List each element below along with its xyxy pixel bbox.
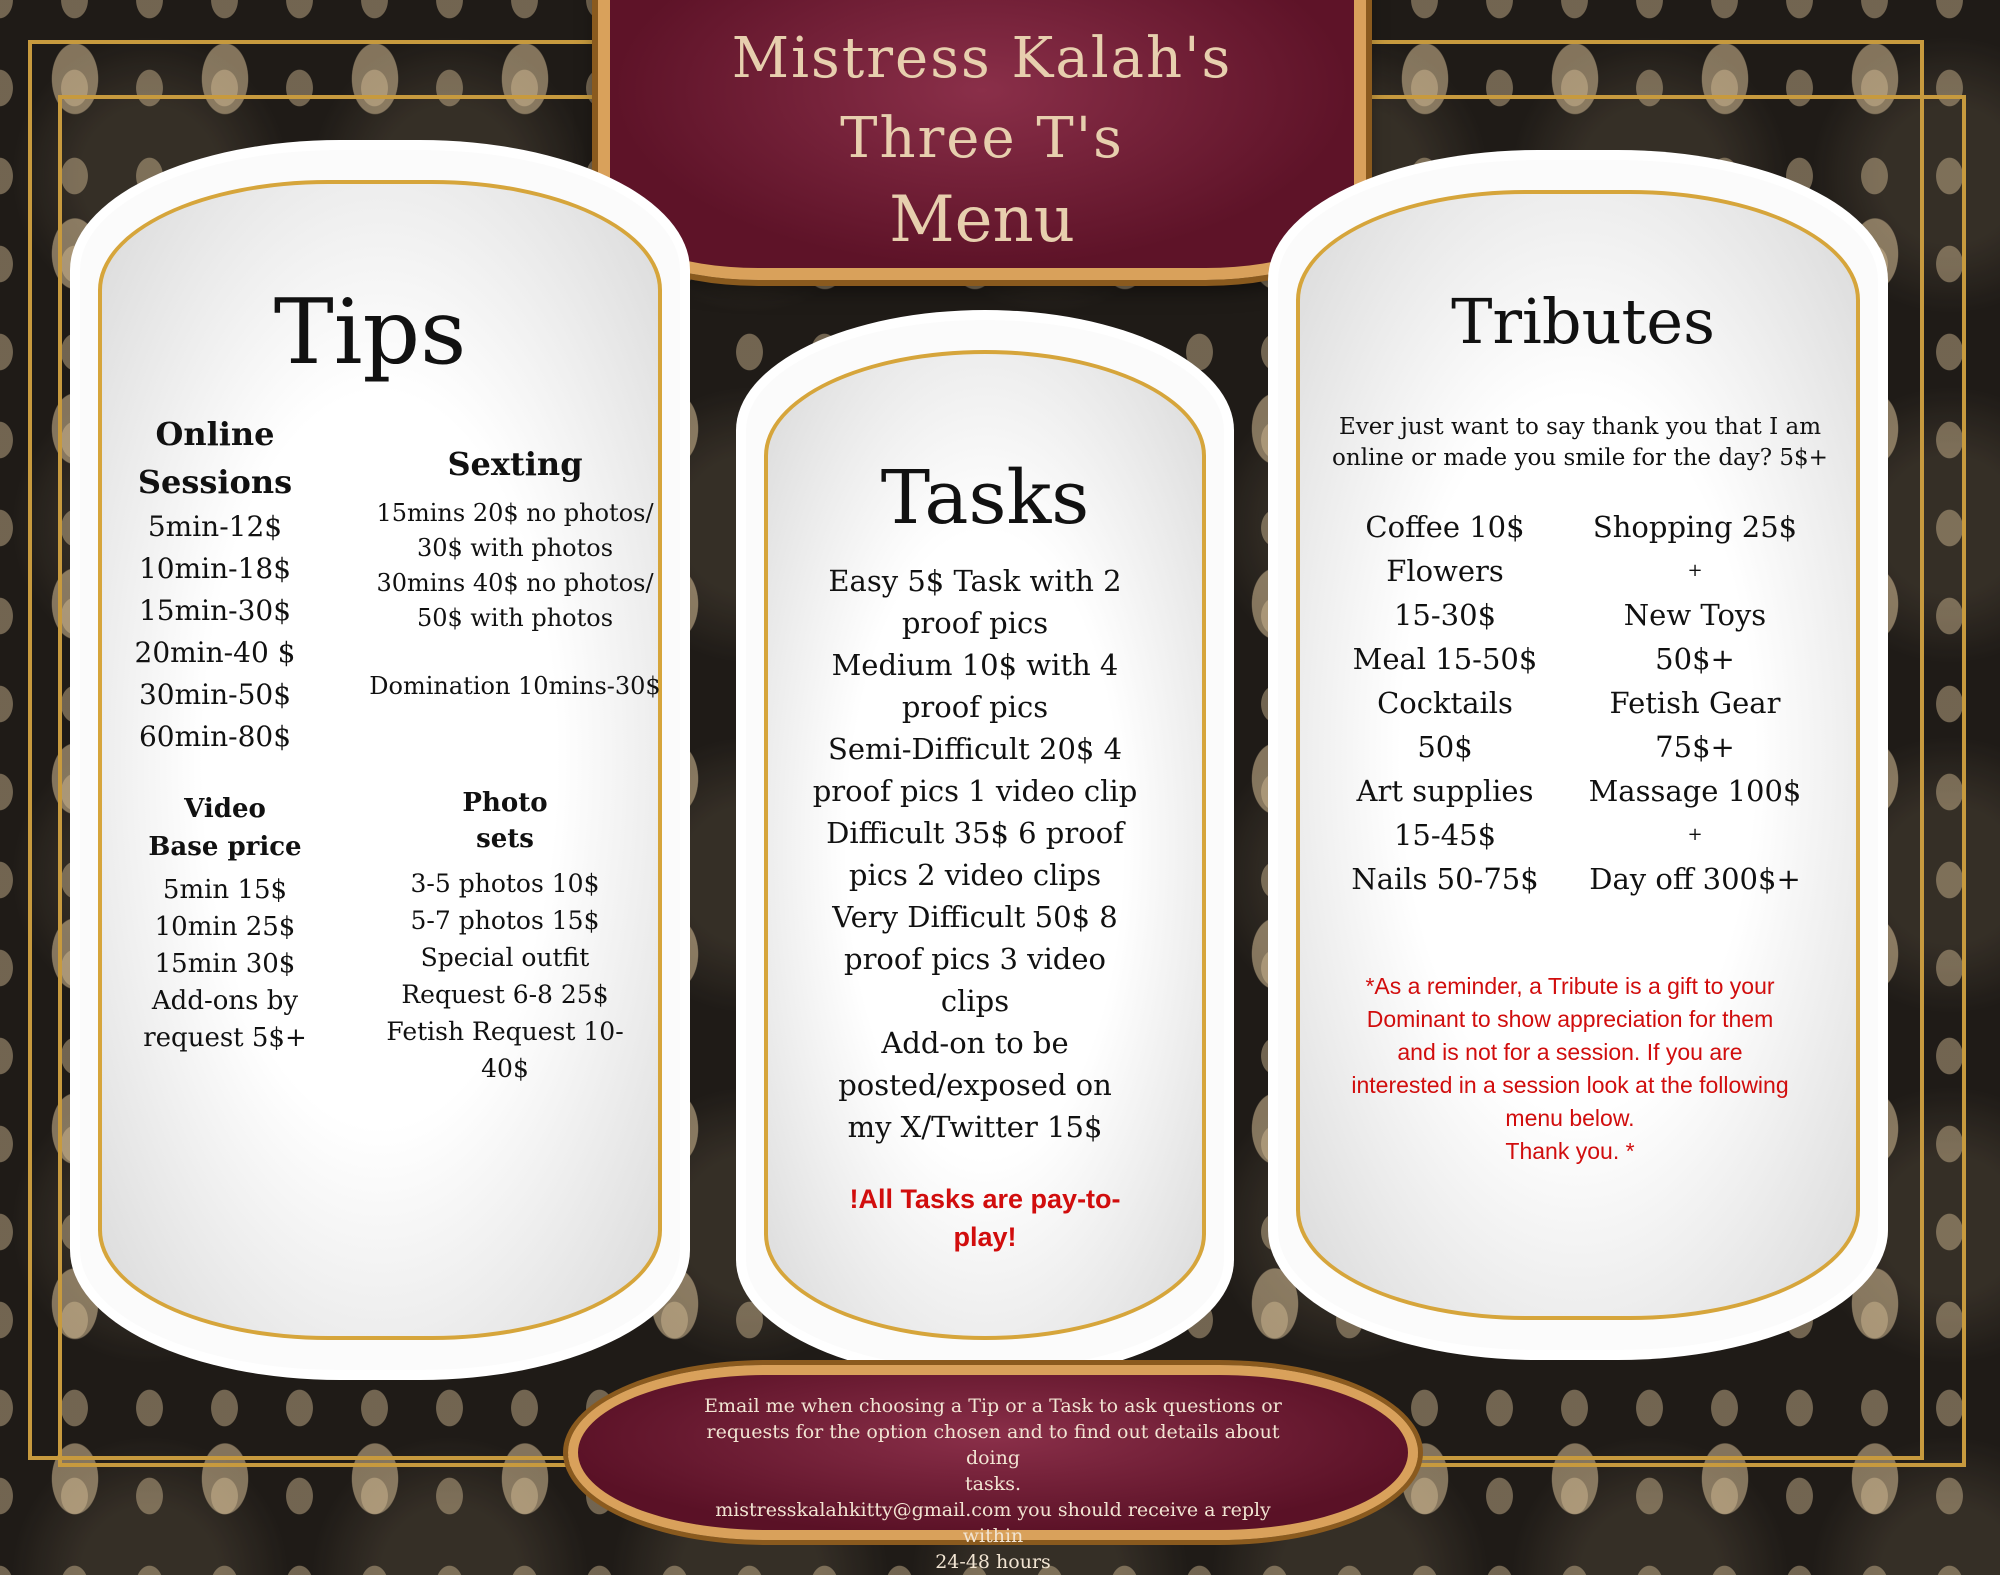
- tips-heading: Tips: [273, 280, 467, 385]
- video-item: 15min 30$: [154, 949, 296, 979]
- tribute-item: 50$: [1417, 730, 1473, 764]
- tributes-note-line: menu below.: [1505, 1105, 1635, 1131]
- online-item: 10min-18$: [138, 552, 292, 585]
- online-sessions-section: Online Sessions 5min-12$ 10min-18$ 15min…: [110, 410, 320, 758]
- sexting-item: 50$ with photos: [416, 604, 614, 632]
- online-sessions-title-2: Sessions: [137, 463, 293, 501]
- task-line: my X/Twitter 15$: [847, 1110, 1103, 1144]
- tributes-note-line: Dominant to show appreciation for them: [1366, 1006, 1774, 1032]
- task-line: proof pics 1 video clip: [812, 774, 1138, 808]
- sexting-title: Sexting: [447, 445, 583, 483]
- video-item: Add-ons by: [151, 986, 299, 1016]
- video-item: 5min 15$: [162, 875, 288, 905]
- tasks-note-line: !All Tasks are pay-to-: [849, 1184, 1121, 1214]
- tribute-item: 75$+: [1655, 730, 1735, 764]
- tribute-item: 15-45$: [1393, 818, 1497, 852]
- tribute-item: Massage 100$: [1588, 774, 1802, 808]
- photo-item: Request 6-8 25$: [401, 980, 609, 1009]
- tribute-item: +: [1687, 824, 1703, 845]
- photo-item: 40$: [481, 1054, 529, 1083]
- tributes-right-list: Shopping 25$ + New Toys 50$+ Fetish Gear…: [1570, 505, 1820, 901]
- photo-item: Fetish Request 10-: [386, 1017, 624, 1046]
- photo-item: 5-7 photos 15$: [410, 906, 600, 935]
- video-item: request 5$+: [143, 1023, 307, 1053]
- tribute-item: Fetish Gear: [1609, 686, 1781, 720]
- task-line: Medium 10$ with 4: [831, 648, 1119, 682]
- online-item: 30min-50$: [138, 678, 292, 711]
- tributes-note-line: interested in a session look at the foll…: [1351, 1072, 1789, 1098]
- photo-item: 3-5 photos 10$: [410, 869, 600, 898]
- tribute-item: Meal 15-50$: [1352, 642, 1538, 676]
- tribute-item: New Toys: [1623, 598, 1767, 632]
- sexting-item: 15mins 20$ no photos/: [376, 499, 654, 527]
- tribute-item: Day off 300$+: [1589, 862, 1801, 896]
- task-line: proof pics 3 video: [844, 942, 1106, 976]
- contact-line: 24-48 hours: [935, 1551, 1051, 1573]
- task-line: posted/exposed on: [838, 1068, 1112, 1102]
- title-line-3: Menu: [889, 183, 1075, 257]
- sexting-item: 30$ with photos: [416, 534, 614, 562]
- contact-line: requests for the option chosen and to fi…: [706, 1421, 1280, 1469]
- task-line: Easy 5$ Task with 2: [828, 564, 1122, 598]
- video-title-2: Base price: [148, 832, 302, 862]
- online-item: 20min-40 $: [134, 636, 296, 669]
- sexting-section: Sexting 15mins 20$ no photos/ 30$ with p…: [360, 440, 670, 704]
- video-title-1: Video: [184, 794, 266, 824]
- title-line-2: Three T's: [840, 106, 1124, 171]
- task-line: proof pics: [901, 690, 1049, 724]
- tasks-heading: Tasks: [880, 455, 1090, 541]
- online-sessions-title-1: Online: [155, 415, 275, 453]
- tributes-intro: Ever just want to say thank you that I a…: [1320, 412, 1840, 474]
- domination-item: Domination 10mins-30$: [369, 672, 661, 700]
- title-banner: Mistress Kalah's Three T's Menu: [598, 0, 1366, 280]
- tributes-heading: Tributes: [1451, 285, 1715, 358]
- tributes-intro-line: online or made you smile for the day? 5$…: [1332, 445, 1828, 471]
- tribute-item: 50$+: [1655, 642, 1735, 676]
- task-line: clips: [940, 984, 1010, 1018]
- tribute-item: 15-30$: [1393, 598, 1497, 632]
- title-line-1: Mistress Kalah's: [731, 26, 1233, 91]
- photo-item: Special outfit: [420, 943, 590, 972]
- tributes-reminder-note: *As a reminder, a Tribute is a gift to y…: [1300, 970, 1840, 1168]
- tribute-item: Cocktails: [1377, 686, 1513, 720]
- task-line: Add-on to be: [881, 1026, 1069, 1060]
- contact-line: Email me when choosing a Tip or a Task t…: [704, 1395, 1282, 1417]
- task-line: Difficult 35$ 6 proof: [826, 816, 1124, 850]
- task-line: proof pics: [901, 606, 1049, 640]
- tasks-list: Easy 5$ Task with 2 proof pics Medium 10…: [800, 560, 1150, 1148]
- contact-banner: Email me when choosing a Tip or a Task t…: [568, 1365, 1418, 1573]
- tributes-note-line: *As a reminder, a Tribute is a gift to y…: [1365, 973, 1775, 999]
- tributes-note-line: Thank you. *: [1505, 1138, 1635, 1164]
- online-item: 60min-80$: [138, 720, 292, 753]
- tasks-pay-note: !All Tasks are pay-to- play!: [810, 1180, 1160, 1256]
- tribute-item: Nails 50-75$: [1351, 862, 1539, 896]
- tribute-item: +: [1687, 560, 1703, 581]
- photo-title-2: sets: [476, 824, 534, 854]
- tasks-note-line: play!: [953, 1222, 1017, 1252]
- contact-line: tasks.: [964, 1473, 1022, 1495]
- online-item: 5min-12$: [147, 510, 283, 543]
- task-line: pics 2 video clips: [848, 858, 1102, 892]
- online-item: 15min-30$: [138, 594, 292, 627]
- tribute-item: Coffee 10$: [1365, 510, 1525, 544]
- contact-email-line[interactable]: mistresskalahkitty@gmail.com you should …: [698, 1497, 1288, 1549]
- tribute-item: Art supplies: [1356, 774, 1534, 808]
- photo-title-1: Photo: [462, 788, 548, 818]
- video-section: Video Base price 5min 15$ 10min 25$ 15mi…: [125, 790, 325, 1057]
- tributes-intro-line: Ever just want to say thank you that I a…: [1338, 414, 1822, 440]
- task-line: Very Difficult 50$ 8: [832, 900, 1118, 934]
- tributes-note-line: and is not for a session. If you are: [1397, 1039, 1743, 1065]
- task-line: Semi-Difficult 20$ 4: [827, 732, 1123, 766]
- video-item: 10min 25$: [154, 912, 296, 942]
- photo-sets-section: Photo sets 3-5 photos 10$ 5-7 photos 15$…: [375, 785, 635, 1087]
- tribute-item: Shopping 25$: [1592, 510, 1798, 544]
- tribute-item: Flowers: [1386, 554, 1504, 588]
- tributes-left-list: Coffee 10$ Flowers 15-30$ Meal 15-50$ Co…: [1340, 505, 1550, 901]
- sexting-item: 30mins 40$ no photos/: [376, 569, 654, 597]
